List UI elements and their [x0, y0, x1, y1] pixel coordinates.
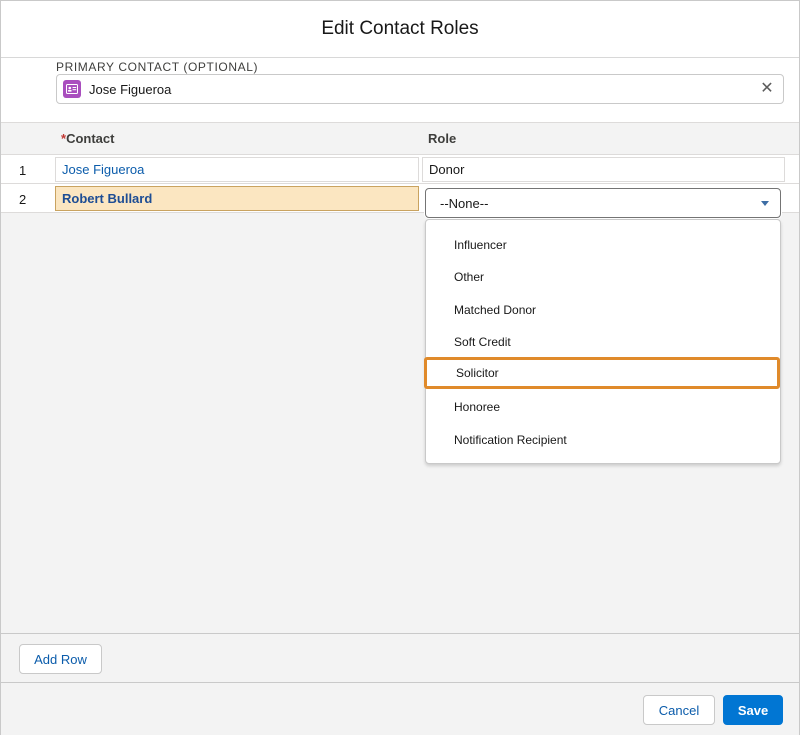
edit-contact-roles-modal: Edit Contact Roles PRIMARY CONTACT (OPTI… [0, 0, 800, 735]
row-number: 2 [19, 192, 27, 207]
modal-title: Edit Contact Roles [321, 18, 479, 39]
primary-contact-lookup[interactable]: Jose Figueroa ✕ [56, 74, 784, 104]
option-soft-credit[interactable]: Soft Credit [426, 326, 780, 358]
column-header-contact: *Contact [61, 131, 114, 146]
table-header: *Contact Role [1, 123, 799, 155]
contact-cell[interactable]: Robert Bullard [55, 186, 419, 211]
modal-header: Edit Contact Roles [1, 1, 799, 58]
option-notification-recipient[interactable]: Notification Recipient [426, 424, 780, 456]
role-value: Donor [429, 162, 465, 177]
column-header-role: Role [428, 131, 457, 146]
option-other[interactable]: Other [426, 261, 780, 293]
add-row-button[interactable]: Add Row [19, 644, 102, 674]
role-cell[interactable]: Donor [422, 157, 785, 182]
modal-footer: Cancel Save [1, 683, 799, 735]
cancel-button[interactable]: Cancel [643, 695, 715, 725]
role-select[interactable]: --None-- [425, 188, 781, 218]
contact-cell[interactable]: Jose Figueroa [55, 157, 419, 182]
contact-card-icon-svg [66, 84, 78, 94]
contact-card-icon [63, 80, 81, 98]
clear-icon[interactable]: ✕ [759, 81, 775, 97]
role-select-value: --None-- [440, 195, 489, 211]
option-honoree[interactable]: Honoree [426, 391, 780, 423]
primary-contact-label: PRIMARY CONTACT (OPTIONAL) [56, 60, 259, 74]
column-header-contact-label: Contact [66, 131, 115, 146]
chevron-down-icon[interactable] [761, 201, 769, 206]
role-dropdown-listbox: Influencer Other Matched Donor Soft Cred… [424, 219, 781, 464]
row-number: 1 [19, 163, 27, 178]
option-matched-donor[interactable]: Matched Donor [426, 294, 780, 326]
table-row: 1 Jose Figueroa Donor [1, 155, 799, 184]
option-influencer[interactable]: Influencer [426, 229, 780, 261]
primary-contact-section: PRIMARY CONTACT (OPTIONAL) Jose Figueroa… [1, 58, 799, 122]
option-solicitor[interactable]: Solicitor [424, 357, 780, 389]
primary-contact-value: Jose Figueroa [89, 81, 172, 97]
table-footer: Add Row [1, 633, 799, 683]
contact-link[interactable]: Robert Bullard [62, 191, 152, 206]
save-button[interactable]: Save [723, 695, 783, 725]
contact-link[interactable]: Jose Figueroa [62, 162, 144, 177]
